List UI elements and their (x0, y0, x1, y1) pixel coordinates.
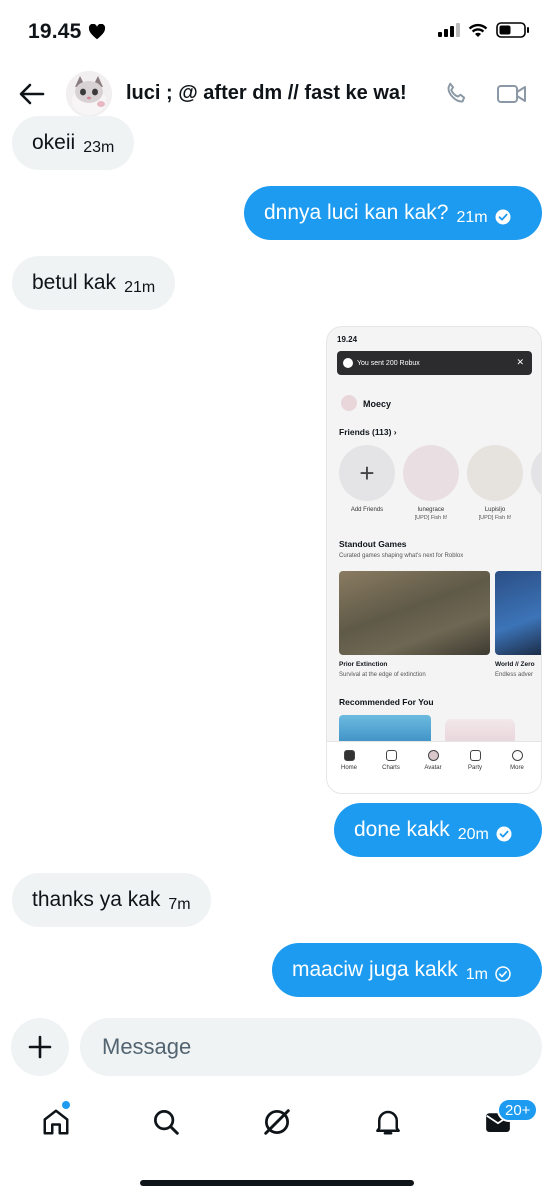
bell-icon (376, 1110, 400, 1135)
message-text: done kakk (354, 818, 450, 841)
message-incoming[interactable]: betul kak 21m (12, 256, 176, 310)
video-call-button[interactable] (494, 78, 530, 110)
add-attachment-button[interactable] (11, 1018, 69, 1076)
status-time: 19.45 (28, 20, 106, 44)
message-time: 20m (457, 826, 489, 843)
nav-home[interactable] (36, 1104, 76, 1140)
game-name: Prior Extinction (339, 661, 388, 668)
sent-check-icon (495, 966, 511, 982)
standout-title: Standout Games (339, 539, 407, 549)
message-outgoing[interactable]: maaciw juga kakk 1m (272, 943, 542, 997)
call-button[interactable] (440, 78, 472, 110)
attachment-friends-label: Friends (113) › (339, 427, 397, 437)
contact-avatar[interactable] (66, 71, 112, 117)
read-check-icon (495, 209, 511, 225)
nav-grok[interactable] (257, 1104, 297, 1140)
message-text: dnnya luci kan kak? (264, 201, 449, 224)
status-bar: 19.45 (0, 0, 554, 64)
add-friend-icon: + (339, 445, 395, 501)
message-time: 21m (456, 209, 488, 226)
arrow-left-icon (19, 83, 45, 105)
friend-name: Lupisljo (484, 507, 506, 513)
game-desc: Endless adver (495, 672, 534, 678)
status-icons (438, 22, 530, 38)
message-outgoing[interactable]: done kakk 20m (334, 803, 542, 857)
close-icon: ✕ (516, 357, 524, 367)
notification-dot (62, 1101, 70, 1109)
friend-avatar (403, 445, 459, 501)
message-incoming[interactable]: thanks ya kak 7m (12, 873, 211, 927)
chat-header: luci ; @ after dm // fast ke wa! (0, 64, 554, 124)
cat-avatar-icon (66, 71, 112, 117)
messages-badge: 20+ (497, 1098, 539, 1122)
game-thumbnail (339, 571, 490, 655)
message-text: maaciw juga kakk (292, 958, 458, 981)
battery-icon (496, 22, 529, 38)
read-check-icon (496, 826, 512, 842)
friend-name: Add Friends (350, 507, 384, 513)
nav-search[interactable] (146, 1104, 186, 1140)
friend-name: lunegrace (417, 507, 445, 513)
message-incoming[interactable]: okeii 23m (12, 116, 135, 170)
plus-icon (28, 1035, 52, 1059)
attachment-nav: Home Charts Avatar Party More (327, 741, 541, 793)
attachment-nav-more: More (499, 750, 535, 771)
attachment-toast: You sent 200 Robux ✕ (337, 351, 532, 375)
game-name: World // Zero (495, 661, 535, 668)
friend-avatar (467, 445, 523, 501)
friend-avatar (531, 445, 541, 501)
game-thumbnail (495, 571, 541, 655)
status-time-text: 19.45 (28, 20, 82, 43)
message-time: 23m (83, 139, 115, 156)
message-outgoing[interactable]: dnnya luci kan kak? 21m (244, 186, 542, 240)
wifi-icon (468, 23, 488, 37)
game-desc: Survival at the edge of extinction (339, 672, 426, 678)
message-input[interactable] (80, 1018, 542, 1076)
standout-subtitle: Curated games shaping what's next for Ro… (339, 553, 464, 559)
video-camera-icon (497, 85, 526, 103)
message-time: 21m (124, 279, 156, 296)
attachment-toast-text: You sent 200 Robux (357, 359, 420, 367)
phone-icon (447, 82, 466, 103)
back-button[interactable] (16, 78, 48, 110)
grok-icon (264, 1109, 290, 1135)
message-text: thanks ya kak (32, 888, 161, 911)
friend-status: [UPD] Fish It! (478, 515, 512, 521)
chat-title[interactable]: luci ; @ after dm // fast ke wa! (126, 82, 407, 105)
signal-icon (438, 23, 460, 37)
message-text: okeii (32, 131, 76, 154)
attachment-nav-avatar: Avatar (415, 750, 451, 771)
attachment-nav-home: Home (331, 750, 367, 771)
attachment-username: Moecy (363, 399, 392, 409)
image-attachment[interactable]: 19.24 You sent 200 Robux ✕ Moecy Friends… (326, 326, 542, 794)
home-icon (43, 1109, 69, 1135)
message-time: 7m (168, 896, 191, 913)
recommended-title: Recommended For You (339, 697, 434, 707)
bottom-nav (0, 1090, 554, 1150)
message-text: betul kak (32, 271, 117, 294)
check-circle-icon (343, 358, 353, 368)
message-time: 1m (465, 966, 488, 983)
attachment-nav-party: Party (457, 750, 493, 771)
attachment-nav-charts: Charts (373, 750, 409, 771)
search-icon (154, 1110, 179, 1135)
heart-icon (88, 24, 105, 40)
attachment-status-time: 19.24 (337, 335, 358, 344)
home-indicator[interactable] (140, 1180, 414, 1186)
attachment-user-avatar (341, 395, 357, 411)
nav-notifications[interactable] (368, 1104, 408, 1140)
friend-status: [UPD] Fish It! (414, 515, 448, 521)
